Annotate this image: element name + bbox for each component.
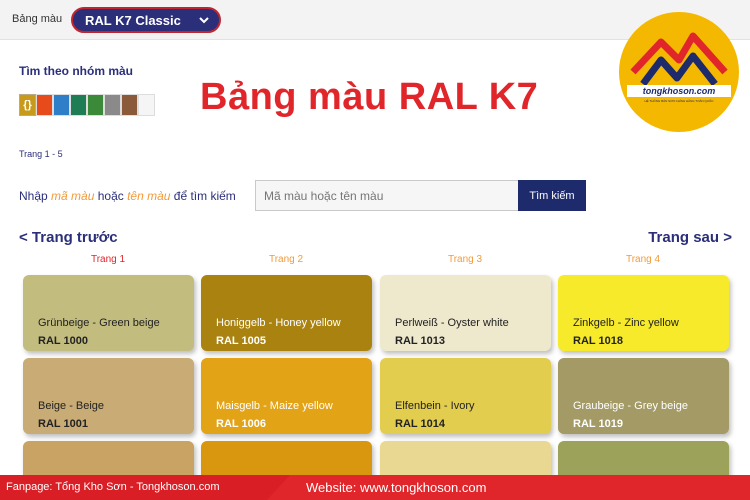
swatch[interactable]	[70, 94, 87, 116]
color-card-name: Honiggelb - Honey yellow	[216, 317, 341, 329]
color-card-code: RAL 1014	[395, 418, 445, 430]
color-card[interactable]: Maisgelb - Maize yellow RAL 1006	[201, 358, 372, 434]
color-card-code: RAL 1018	[573, 335, 623, 347]
page-headline: Bảng màu RAL K7	[200, 76, 539, 118]
color-card-name: Maisgelb - Maize yellow	[216, 400, 333, 412]
tab-page-4[interactable]: Trang 4	[557, 254, 729, 265]
tongkhoson-logo: tongkhoson.com HỆ THỐNG BÁN SƠN CHÍNH HÃ…	[619, 12, 739, 132]
search-button[interactable]: Tìm kiếm	[518, 180, 586, 211]
color-card-code: RAL 1001	[38, 418, 88, 430]
next-page-link[interactable]: Trang sau >	[648, 229, 732, 246]
footer-website: Website: www.tongkhoson.com	[306, 480, 487, 495]
page-info: Trang 1 - 5	[19, 149, 63, 159]
color-card-name: Zinkgelb - Zinc yellow	[573, 317, 679, 329]
swatch[interactable]	[121, 94, 138, 116]
swatch-selected[interactable]: {}	[19, 94, 36, 116]
color-card-code: RAL 1006	[216, 418, 266, 430]
tab-page-2[interactable]: Trang 2	[200, 254, 372, 265]
palette-select[interactable]: RAL K7 Classic	[71, 7, 221, 33]
color-card-name: Beige - Beige	[38, 400, 105, 412]
tab-page-1[interactable]: Trang 1	[22, 254, 194, 265]
logo-text: tongkhoson.com	[627, 85, 731, 97]
hint-suffix: để tìm kiếm	[170, 189, 236, 203]
color-card[interactable]: Beige - Beige RAL 1001	[23, 358, 194, 434]
logo-subtext: HỆ THỐNG BÁN SƠN CHÍNH HÃNG TOÀN QUỐC	[644, 99, 714, 103]
chevron-down-icon	[199, 17, 209, 24]
color-card[interactable]: Honiggelb - Honey yellow RAL 1005	[201, 275, 372, 351]
color-card-code: RAL 1013	[395, 335, 445, 347]
footer-banner: Fanpage: Tổng Kho Sơn - Tongkhoson.com W…	[0, 475, 750, 500]
prev-page-link[interactable]: < Trang trước	[19, 229, 118, 246]
color-card-name: Perlweiß - Oyster white	[395, 317, 509, 329]
swatch[interactable]	[138, 94, 155, 116]
color-card-name: Grünbeige - Green beige	[38, 317, 160, 329]
tab-page-3[interactable]: Trang 3	[379, 254, 551, 265]
color-card[interactable]: Zinkgelb - Zinc yellow RAL 1018	[558, 275, 729, 351]
hint-color-code: mã màu	[51, 189, 95, 203]
color-card[interactable]: Grünbeige - Green beige RAL 1000	[23, 275, 194, 351]
group-title: Tìm theo nhóm màu	[19, 64, 133, 78]
search-hint: Nhập mã màu hoặc tên màu để tìm kiếm	[19, 189, 236, 203]
color-card-name: Graubeige - Grey beige	[573, 400, 688, 412]
house-roof-icon	[630, 32, 728, 87]
color-group-swatches: {}	[19, 94, 155, 116]
color-card[interactable]: Elfenbein - Ivory RAL 1014	[380, 358, 551, 434]
color-card-name: Elfenbein - Ivory	[395, 400, 475, 412]
hint-or: hoặc	[94, 189, 128, 203]
color-card-code: RAL 1005	[216, 335, 266, 347]
swatch[interactable]	[87, 94, 104, 116]
search-input[interactable]	[255, 180, 519, 211]
swatch[interactable]	[53, 94, 70, 116]
color-card-code: RAL 1019	[573, 418, 623, 430]
swatch[interactable]	[104, 94, 121, 116]
color-card[interactable]: Perlweiß - Oyster white RAL 1013	[380, 275, 551, 351]
footer-fanpage: Fanpage: Tổng Kho Sơn - Tongkhoson.com	[6, 481, 220, 493]
color-card-code: RAL 1000	[38, 335, 88, 347]
color-card[interactable]: Graubeige - Grey beige RAL 1019	[558, 358, 729, 434]
hint-color-name: tên màu	[127, 189, 171, 203]
palette-label: Bảng màu	[12, 13, 63, 25]
palette-select-value: RAL K7 Classic	[85, 13, 181, 28]
swatch[interactable]	[36, 94, 53, 116]
hint-prefix: Nhập	[19, 189, 52, 203]
